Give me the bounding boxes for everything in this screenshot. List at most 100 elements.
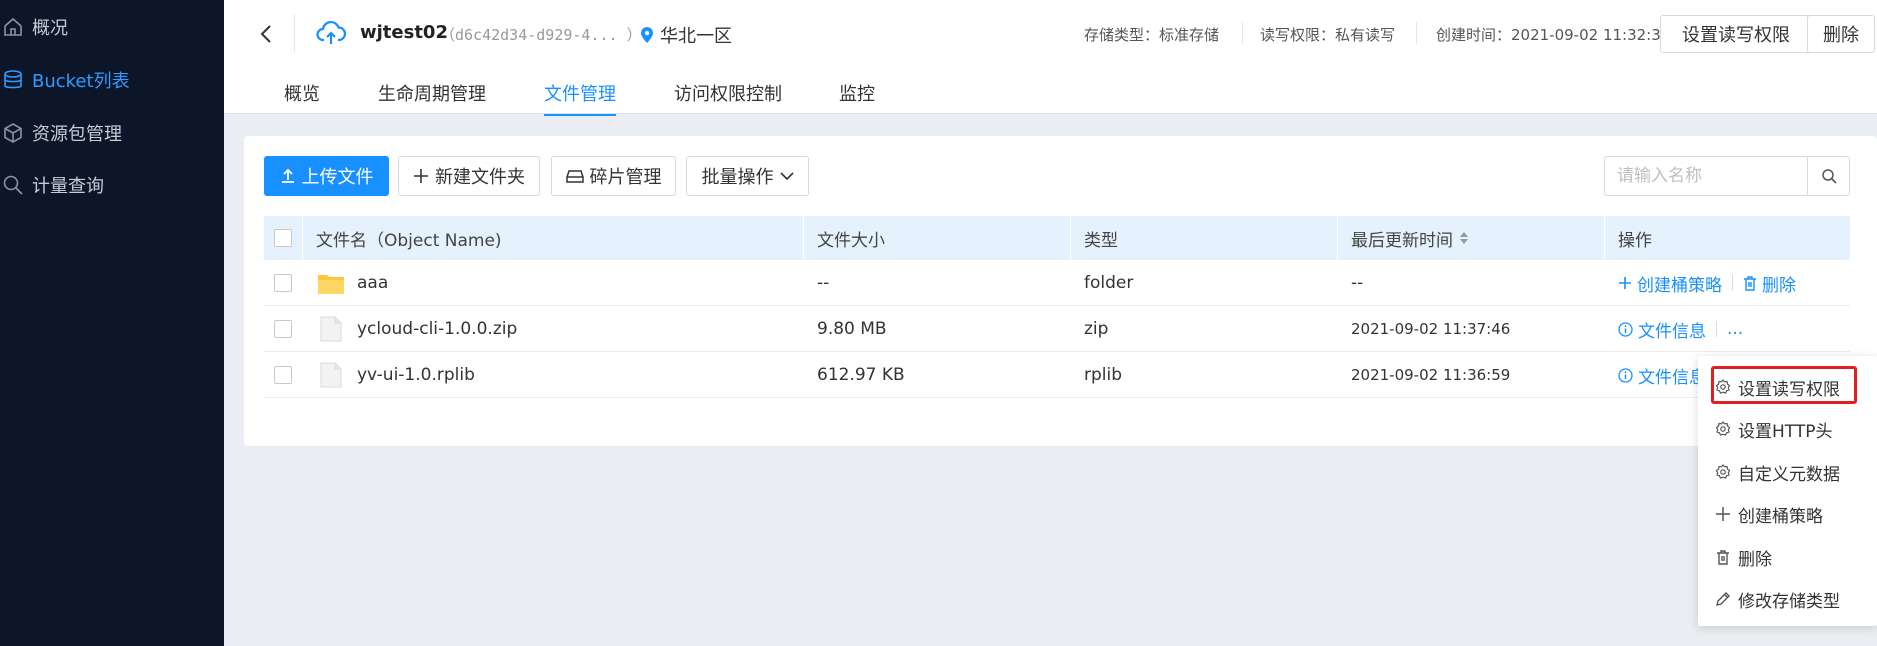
more-actions-button[interactable]: ...	[1727, 319, 1743, 339]
menu-item-label: 自定义元数据	[1738, 464, 1840, 485]
file-updated: 2021-09-02 11:37:46	[1351, 320, 1511, 338]
file-list-card: 上传文件 新建文件夹 碎片管理 批量操作 文件名（Object Name) 文件…	[244, 136, 1877, 446]
file-name[interactable]: aaa	[357, 260, 388, 306]
action-label: 文件信息	[1638, 367, 1706, 388]
tab-file-management[interactable]: 文件管理	[544, 80, 616, 116]
action-label: 删除	[1762, 275, 1796, 296]
cloud-upload-icon	[316, 18, 347, 48]
sort-icon	[1460, 232, 1468, 244]
delete-link[interactable]: 删除	[1743, 271, 1796, 296]
column-header-type: 类型	[1084, 230, 1118, 251]
search-icon	[1821, 169, 1837, 184]
region: 华北一区	[640, 22, 732, 48]
table-row: ycloud-cli-1.0.0.zip 9.80 MB zip 2021-09…	[264, 306, 1850, 352]
sidebar-item-metering[interactable]: 计量查询	[0, 159, 224, 211]
file-size: 612.97 KB	[817, 365, 905, 385]
disk-icon	[565, 168, 584, 184]
file-type: zip	[1084, 319, 1109, 339]
rw-permission: 读写权限：私有读写	[1260, 26, 1396, 44]
sidebar-item-label: 概况	[32, 18, 68, 39]
tab-access-control[interactable]: 访问权限控制	[674, 80, 782, 114]
menu-item-create-bucket-policy[interactable]: 创建桶策略	[1698, 493, 1877, 535]
table-row: aaa -- folder -- 创建桶策略 删除	[264, 260, 1850, 306]
fragment-management-button[interactable]: 碎片管理	[551, 156, 676, 196]
action-label: 文件信息	[1638, 321, 1706, 342]
tab-lifecycle[interactable]: 生命周期管理	[378, 80, 486, 114]
menu-item-label: 设置读写权限	[1738, 379, 1840, 400]
search-box	[1604, 156, 1850, 196]
menu-item-custom-metadata[interactable]: 自定义元数据	[1698, 451, 1877, 493]
sidebar-item-label: 资源包管理	[32, 124, 122, 145]
created-time: 创建时间：2021-09-02 11:32:31	[1436, 26, 1671, 44]
page-header: wjtest02 （d6c42d34-d929-4... ） 华北一区 存储类型…	[224, 0, 1877, 116]
bucket-name: wjtest02	[360, 22, 448, 43]
search-input[interactable]	[1605, 157, 1811, 195]
menu-item-label: 删除	[1738, 549, 1772, 570]
trash-icon	[1714, 549, 1732, 565]
sidebar-item-bucket-list[interactable]: Bucket列表	[0, 54, 224, 106]
menu-item-set-rw-permission[interactable]: 设置读写权限	[1698, 366, 1877, 408]
tab-overview[interactable]: 概览	[284, 80, 320, 114]
fragment-label: 碎片管理	[589, 167, 662, 188]
column-header-updated-label: 最后更新时间	[1351, 230, 1453, 251]
sidebar: 概况 Bucket列表 资源包管理 计量查询	[0, 0, 224, 646]
file-info-link[interactable]: 文件信息	[1618, 363, 1706, 388]
column-header-updated[interactable]: 最后更新时间	[1351, 216, 1469, 260]
sidebar-item-label: 计量查询	[32, 176, 104, 197]
menu-item-set-http-header[interactable]: 设置HTTP头	[1698, 408, 1877, 450]
file-type: folder	[1084, 273, 1134, 293]
row-checkbox[interactable]	[274, 366, 292, 384]
batch-operations-dropdown[interactable]: 批量操作	[686, 156, 809, 196]
menu-item-label: 修改存储类型	[1738, 591, 1840, 612]
plus-icon	[413, 168, 429, 184]
file-size: 9.80 MB	[817, 319, 887, 339]
menu-item-change-storage-type[interactable]: 修改存储类型	[1698, 578, 1877, 620]
row-actions: 创建桶策略 删除	[1618, 260, 1796, 306]
select-all-checkbox[interactable]	[274, 229, 292, 247]
tab-monitoring[interactable]: 监控	[839, 80, 875, 114]
row-actions: 文件信息 ...	[1618, 306, 1743, 352]
sidebar-item-label: Bucket列表	[32, 71, 130, 92]
file-updated: 2021-09-02 11:36:59	[1351, 366, 1511, 384]
trash-icon	[1743, 275, 1757, 291]
menu-item-delete[interactable]: 删除	[1698, 536, 1877, 578]
chevron-left-icon	[260, 25, 271, 43]
edit-icon	[1714, 591, 1732, 607]
region-label: 华北一区	[660, 26, 732, 47]
file-icon	[320, 306, 342, 352]
menu-item-label: 设置HTTP头	[1738, 421, 1833, 442]
new-folder-button[interactable]: 新建文件夹	[398, 156, 540, 196]
column-header-name: 文件名（Object Name)	[316, 230, 502, 251]
row-checkbox[interactable]	[274, 320, 292, 338]
bucket-id: （d6c42d34-d929-4... ）	[440, 26, 642, 44]
batch-label: 批量操作	[701, 167, 774, 188]
search-button[interactable]	[1807, 157, 1849, 195]
file-info-link[interactable]: 文件信息	[1618, 317, 1706, 342]
table-row: yv-ui-1.0.rplib 612.97 KB rplib 2021-09-…	[264, 352, 1850, 398]
divider	[1716, 321, 1717, 337]
divider	[302, 216, 303, 260]
divider	[294, 14, 295, 52]
upload-file-button[interactable]: 上传文件	[264, 156, 389, 196]
sidebar-item-resource-packages[interactable]: 资源包管理	[0, 107, 224, 159]
new-folder-label: 新建文件夹	[435, 167, 525, 188]
file-updated: --	[1351, 273, 1364, 293]
more-actions-menu: 设置读写权限 设置HTTP头 自定义元数据 创建桶策略 删除 修改存储类型	[1698, 356, 1877, 626]
create-bucket-policy-link[interactable]: 创建桶策略	[1618, 271, 1722, 296]
info-icon	[1618, 321, 1633, 337]
divider	[1337, 216, 1338, 260]
row-checkbox[interactable]	[274, 274, 292, 292]
table-header: 文件名（Object Name) 文件大小 类型 最后更新时间 操作	[264, 216, 1850, 260]
plus-icon	[1714, 506, 1732, 522]
set-rw-permission-button[interactable]: 设置读写权限	[1660, 15, 1812, 53]
file-size: --	[817, 273, 830, 293]
file-name[interactable]: yv-ui-1.0.rplib	[357, 352, 475, 398]
back-button[interactable]	[254, 20, 278, 48]
cube-icon	[2, 122, 24, 144]
file-name[interactable]: ycloud-cli-1.0.0.zip	[357, 306, 517, 352]
chevron-down-icon	[779, 171, 794, 181]
divider	[803, 216, 804, 260]
sidebar-item-overview[interactable]: 概况	[0, 1, 224, 53]
delete-bucket-button[interactable]: 删除	[1807, 15, 1875, 53]
divider	[1604, 216, 1605, 260]
